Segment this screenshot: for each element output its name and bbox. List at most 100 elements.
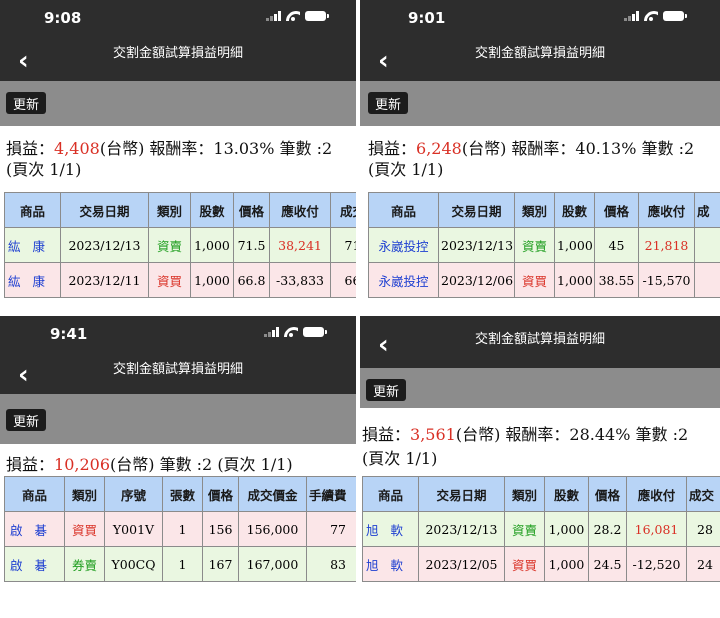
cell-serial: Y00CQ [104, 546, 163, 582]
refresh-button[interactable]: 更新 [6, 92, 47, 114]
cell-price: 38.55 [594, 262, 639, 298]
summary-stats: (台幣) 報酬率：40.13% 筆數 :2 [461, 139, 695, 158]
col-header-type: 類別 [64, 476, 105, 512]
cell-product: 紘康 [4, 227, 61, 263]
wifi-icon [284, 327, 298, 337]
cell-lots: 1 [162, 546, 203, 582]
cell-shares: 1,000 [544, 546, 589, 582]
signal-icon [264, 327, 279, 337]
summary-stats: (台幣) 報酬率：28.44% 筆數 :2 [455, 425, 689, 444]
summary-prefix: 損益： [6, 139, 55, 158]
trade-table: 商品 交易日期 類別 股數 價格 應收付 成 永崴投控 2023/12/13 資… [368, 192, 720, 298]
toolbar: 更新 [360, 368, 720, 408]
screenshot-panel-2: 9:01 ‹ 交割金額試算損益明細 更新 損益：6,248(台幣) 報酬率：40… [360, 0, 720, 312]
table-row[interactable]: 紘康 2023/12/11 資買 1,000 66.8 -33,833 66 [4, 262, 356, 298]
summary-stats: (台幣) 報酬率：13.03% 筆數 :2 [99, 139, 333, 158]
profit-summary: 損益：6,248(台幣) 報酬率：40.13% 筆數 :2 (頁次 1/1) [368, 136, 694, 183]
cell-type: 資買 [64, 511, 105, 547]
cell-price: 24.5 [588, 546, 627, 582]
summary-prefix: 損益： [6, 455, 55, 474]
cell-type: 資買 [504, 546, 545, 582]
table-row[interactable]: 旭軟 2023/12/05 資買 1,000 24.5 -12,520 24 [362, 546, 720, 582]
table-row[interactable]: 永崴投控 2023/12/13 資賣 1,000 45 21,818 [368, 227, 720, 263]
cell-type: 券賣 [64, 546, 105, 582]
col-header-price: 價格 [233, 192, 270, 228]
col-header-fill: 成交 [330, 192, 356, 228]
table-row[interactable]: 啟碁 券賣 Y00CQ 1 167 167,000 83 [4, 546, 356, 582]
col-header-shares: 股數 [544, 476, 589, 512]
profit-amount: 4,408 [54, 139, 100, 158]
cell-shares: 1,000 [190, 227, 234, 263]
refresh-button[interactable]: 更新 [366, 379, 407, 401]
table-row[interactable]: 啟碁 資買 Y001V 1 156 156,000 77 [4, 511, 356, 547]
cell-amount: 156,000 [238, 511, 307, 547]
nav-bar: 9:41 ‹ 交割金額試算損益明細 [0, 316, 356, 394]
cell-product: 永崴投控 [368, 227, 439, 263]
screenshot-panel-1: 9:08 ‹ 交割金額試算損益明細 更新 損益：4,408(台幣) 報酬率：13… [0, 0, 356, 312]
cell-fill: 71 [330, 227, 356, 263]
col-header-fill: 成 [694, 192, 720, 228]
col-header-fill: 成交 [686, 476, 720, 512]
status-time: 9:41 [50, 325, 88, 343]
cell-fill [694, 227, 720, 263]
col-header-price: 價格 [588, 476, 627, 512]
cell-price: 71.5 [233, 227, 270, 263]
col-header-date: 交易日期 [418, 476, 505, 512]
cell-shares: 1,000 [554, 227, 595, 263]
cell-fee: 83 [306, 546, 356, 582]
trade-table: 商品 交易日期 類別 股數 價格 應收付 成交 紘康 2023/12/13 資賣… [4, 192, 356, 298]
toolbar: 更新 [0, 81, 356, 126]
status-time: 9:01 [408, 9, 446, 27]
table-row[interactable]: 永崴投控 2023/12/06 資買 1,000 38.55 -15,570 [368, 262, 720, 298]
table-row[interactable]: 旭軟 2023/12/13 資賣 1,000 28.2 16,081 28 [362, 511, 720, 547]
col-header-date: 交易日期 [60, 192, 149, 228]
cell-type: 資買 [148, 262, 191, 298]
battery-icon [303, 327, 327, 337]
cell-shares: 1,000 [190, 262, 234, 298]
cell-price: 66.8 [233, 262, 270, 298]
cell-receivable: -15,570 [638, 262, 695, 298]
profit-amount: 10,206 [54, 455, 110, 474]
col-header-receivable: 應收付 [269, 192, 331, 228]
status-icons [624, 11, 687, 21]
page-title: 交割金額試算損益明細 [474, 46, 605, 61]
cell-price: 28.2 [588, 511, 627, 547]
cell-serial: Y001V [104, 511, 163, 547]
profit-summary: 損益：10,206(台幣) 筆數 :2 (頁次 1/1) [6, 452, 293, 478]
col-header-type: 類別 [504, 476, 545, 512]
status-icons [264, 327, 327, 337]
status-time: 9:08 [44, 9, 82, 27]
cell-amount: 167,000 [238, 546, 307, 582]
trade-table: 商品 交易日期 類別 股數 價格 應收付 成交 旭軟 2023/12/13 資賣… [362, 476, 720, 582]
cell-price: 167 [202, 546, 239, 582]
col-header-amount: 成交價金 [238, 476, 307, 512]
cell-receivable: 38,241 [269, 227, 331, 263]
col-header-product: 商品 [4, 476, 65, 512]
cell-fee: 77 [306, 511, 356, 547]
table-header-row: 商品 交易日期 類別 股數 價格 應收付 成交 [4, 192, 356, 228]
cell-product: 旭軟 [362, 511, 419, 547]
refresh-button[interactable]: 更新 [368, 92, 409, 114]
cell-receivable: 16,081 [626, 511, 687, 547]
col-header-product: 商品 [4, 192, 61, 228]
table-row[interactable]: 紘康 2023/12/13 資賣 1,000 71.5 38,241 71 [4, 227, 356, 263]
cell-lots: 1 [162, 511, 203, 547]
cell-fill: 66 [330, 262, 356, 298]
cell-date: 2023/12/06 [438, 262, 515, 298]
refresh-button[interactable]: 更新 [6, 409, 47, 431]
profit-summary: 損益：3,561(台幣) 報酬率：28.44% 筆數 :2 (頁次 1/1) [362, 422, 688, 472]
wifi-icon [644, 11, 658, 21]
page-indicator: (頁次 1/1) [362, 449, 438, 468]
toolbar: 更新 [0, 394, 356, 444]
col-header-price: 價格 [202, 476, 239, 512]
nav-bar: ‹ 交割金額試算損益明細 [360, 316, 720, 368]
cell-date: 2023/12/13 [60, 227, 149, 263]
col-header-product: 商品 [368, 192, 439, 228]
page-title: 交割金額試算損益明細 [112, 362, 243, 377]
toolbar: 更新 [360, 81, 720, 126]
col-header-lots: 張數 [162, 476, 203, 512]
summary-prefix: 損益： [362, 425, 411, 444]
cell-product: 永崴投控 [368, 262, 439, 298]
summary-stats: (台幣) 筆數 :2 (頁次 1/1) [110, 455, 293, 474]
cell-receivable: -12,520 [626, 546, 687, 582]
